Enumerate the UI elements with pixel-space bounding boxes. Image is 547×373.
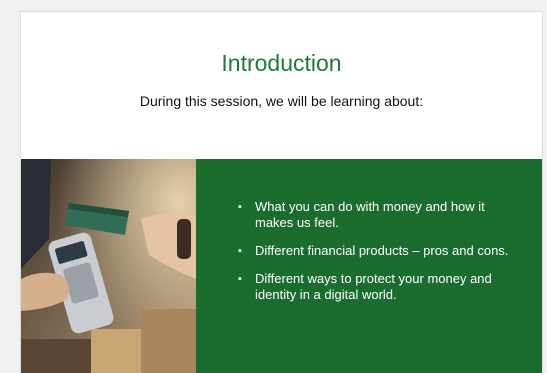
bullet-icon: ▪ bbox=[238, 273, 242, 285]
bullet-icon: ▪ bbox=[238, 201, 242, 213]
slide-title: Introduction bbox=[221, 50, 342, 76]
card-payment-photo bbox=[21, 159, 196, 373]
topic-text: What you can do with money and how it ma… bbox=[255, 199, 485, 230]
slide-subtitle: During this session, we will be learning… bbox=[139, 93, 424, 109]
topic-text: Different financial products – pros and … bbox=[255, 243, 509, 258]
topic-item: ▪ What you can do with money and how it … bbox=[236, 199, 516, 231]
topic-item: ▪ Different financial products – pros an… bbox=[236, 243, 516, 259]
topics-panel: ▪ What you can do with money and how it … bbox=[196, 159, 542, 373]
topics-list: ▪ What you can do with money and how it … bbox=[236, 199, 516, 315]
bullet-icon: ▪ bbox=[238, 245, 242, 257]
presentation-slide: Introduction During this session, we wil… bbox=[21, 12, 542, 373]
topic-item: ▪ Different ways to protect your money a… bbox=[236, 271, 516, 303]
topic-text: Different ways to protect your money and… bbox=[255, 271, 492, 302]
